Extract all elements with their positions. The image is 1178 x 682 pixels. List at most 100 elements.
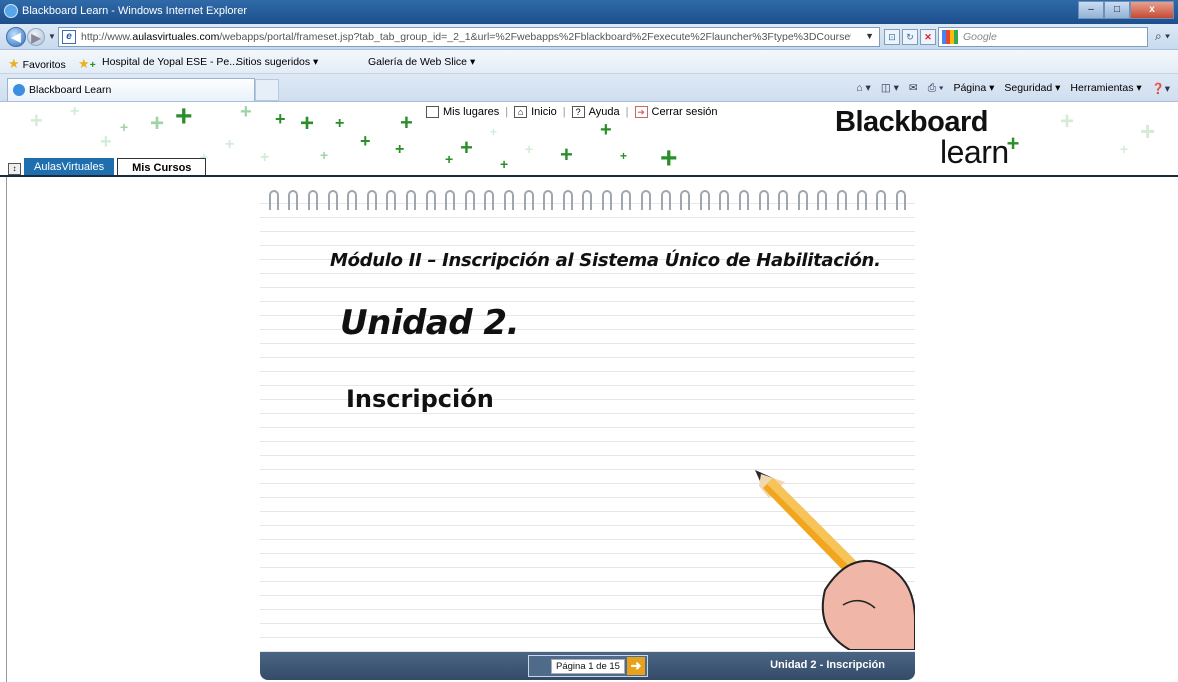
tab-aulasvirtuales[interactable]: AulasVirtuales: [24, 158, 115, 175]
lesson-footer: Página 1 de 15 ➜ Unidad 2 - Inscripción: [260, 652, 915, 680]
notebook-ring: [876, 190, 887, 210]
notebook-ring: [601, 190, 612, 210]
close-button[interactable]: x: [1130, 1, 1174, 19]
home-icon[interactable]: ⌂ ▾: [856, 82, 871, 95]
notebook-ring: [582, 190, 593, 210]
window-title: Blackboard Learn - Windows Internet Expl…: [22, 5, 247, 17]
tab-label: Blackboard Learn: [29, 84, 112, 96]
window-controls: – □ x: [1078, 1, 1174, 19]
decorative-plus-icon: +: [175, 102, 193, 133]
decorative-plus-icon: +: [275, 109, 286, 129]
top-links: Mis lugares | ⌂ Inicio | ? Ayuda | ➜ Cer…: [426, 106, 718, 118]
logout-link[interactable]: Cerrar sesión: [652, 106, 718, 118]
help-icon[interactable]: ❓▾: [1152, 82, 1170, 95]
decorative-plus-icon: +: [1140, 116, 1156, 146]
new-tab-button[interactable]: [255, 79, 279, 101]
add-favorite-icon[interactable]: ★+: [78, 56, 96, 72]
help-link[interactable]: Ayuda: [589, 106, 620, 118]
minimize-button[interactable]: –: [1078, 1, 1104, 19]
print-icon[interactable]: ⎙ ▾: [928, 82, 944, 95]
forward-button[interactable]: ▶: [27, 28, 45, 46]
notebook-ring: [268, 190, 279, 210]
page-indicator: Página 1 de 15: [551, 659, 625, 674]
next-page-arrow-icon[interactable]: ➜: [627, 657, 645, 675]
decorative-plus-icon: +: [1120, 141, 1129, 157]
notebook-ring: [307, 190, 318, 210]
my-places-link[interactable]: Mis lugares: [443, 106, 499, 118]
decorative-plus-icon: +: [100, 131, 112, 153]
home-icon: ⌂: [514, 106, 528, 118]
page-menu[interactable]: Página ▾: [953, 82, 994, 95]
address-bar[interactable]: e http://www.aulasvirtuales.com/webapps/…: [58, 27, 880, 47]
refresh-icon[interactable]: ↻: [902, 29, 918, 45]
search-icon[interactable]: ⌕ ▾: [1155, 29, 1170, 44]
footer-unit-label: Unidad 2 - Inscripción: [770, 659, 885, 671]
notebook-ring: [680, 190, 691, 210]
command-bar: ⌂ ▾ ◫ ▾ ✉ ⎙ ▾ Página ▾ Seguridad ▾ Herra…: [856, 82, 1170, 95]
unit-title: Unidad 2.: [340, 303, 520, 343]
stop-icon[interactable]: ✕: [920, 29, 936, 45]
mail-icon[interactable]: ✉: [909, 82, 918, 95]
maximize-button[interactable]: □: [1104, 1, 1130, 19]
notebook-ring: [778, 190, 789, 210]
favorite-item-hospital[interactable]: Hospital de Yopal ESE - Pe...: [102, 56, 238, 68]
decorative-plus-icon: +: [395, 141, 405, 158]
back-button[interactable]: ◀: [6, 27, 26, 47]
notebook-ring: [817, 190, 828, 210]
notebook-ring: [347, 190, 358, 210]
decorative-plus-icon: +: [360, 131, 371, 151]
notebook-ring: [366, 190, 377, 210]
decorative-plus-icon: +: [525, 141, 534, 157]
notebook-ring: [523, 190, 534, 210]
compatibility-view-icon[interactable]: ⊡: [884, 29, 900, 45]
left-frame-divider: [6, 177, 7, 682]
notebook-ring: [464, 190, 475, 210]
notebook-ring: [641, 190, 652, 210]
google-icon: [942, 30, 958, 44]
recent-pages-dropdown-icon[interactable]: ▼: [48, 32, 56, 41]
notebook-ring: [699, 190, 710, 210]
decorative-plus-icon: +: [500, 156, 509, 172]
window-titlebar: Blackboard Learn - Windows Internet Expl…: [0, 0, 1178, 24]
notebook-ring: [543, 190, 554, 210]
tools-menu[interactable]: Herramientas ▾: [1070, 82, 1141, 95]
decorative-plus-icon: +: [335, 115, 345, 132]
search-input[interactable]: Google: [938, 27, 1148, 47]
decorative-plus-icon: +: [30, 108, 43, 133]
notebook-ring: [837, 190, 848, 210]
notebook-rings: [260, 190, 915, 212]
logout-icon: ➜: [634, 106, 648, 118]
browser-tab-row: Blackboard Learn ⌂ ▾ ◫ ▾ ✉ ⎙ ▾ Página ▾ …: [0, 74, 1178, 102]
module-title: Módulo II – Inscripción al Sistema Único…: [330, 250, 881, 271]
notebook-ring: [797, 190, 808, 210]
tab-favicon-icon: [13, 84, 25, 96]
decorative-plus-icon: +: [70, 103, 80, 120]
notebook-ring: [895, 190, 906, 210]
favorite-item-sitios[interactable]: Sitios sugeridos ▾: [236, 56, 318, 68]
tab-mis-cursos[interactable]: Mis Cursos: [117, 158, 207, 175]
security-menu[interactable]: Seguridad ▾: [1004, 82, 1060, 95]
url-text[interactable]: http://www.aulasvirtuales.com/webapps/po…: [81, 31, 851, 43]
decorative-plus-icon: +: [600, 119, 612, 141]
feeds-icon[interactable]: ◫ ▾: [881, 82, 899, 95]
lesson-subtitle: Inscripción: [346, 385, 494, 413]
address-dropdown-icon[interactable]: ▼: [865, 31, 874, 41]
favorite-item-galeria[interactable]: Galería de Web Slice ▾: [368, 56, 475, 68]
browser-tab-active[interactable]: Blackboard Learn: [7, 78, 255, 101]
decorative-plus-icon: +: [490, 125, 498, 139]
course-tabs: ↕ AulasVirtuales Mis Cursos: [0, 157, 207, 175]
decorative-plus-icon: +: [1060, 108, 1075, 135]
favorites-button[interactable]: ★ Favoritos: [8, 56, 66, 72]
home-link[interactable]: Inicio: [531, 106, 557, 118]
notebook-ring: [758, 190, 769, 210]
help-icon: ?: [571, 106, 585, 118]
my-places-icon: [426, 106, 439, 118]
decorative-plus-icon: +: [620, 149, 628, 163]
page-icon: e: [62, 30, 76, 44]
decorative-plus-icon: +: [300, 110, 315, 137]
collapse-toggle-icon[interactable]: ↕: [8, 163, 21, 175]
notebook-ring: [503, 190, 514, 210]
notebook-ring: [719, 190, 730, 210]
notebook-ring: [484, 190, 495, 210]
decorative-plus-icon: +: [150, 110, 165, 137]
